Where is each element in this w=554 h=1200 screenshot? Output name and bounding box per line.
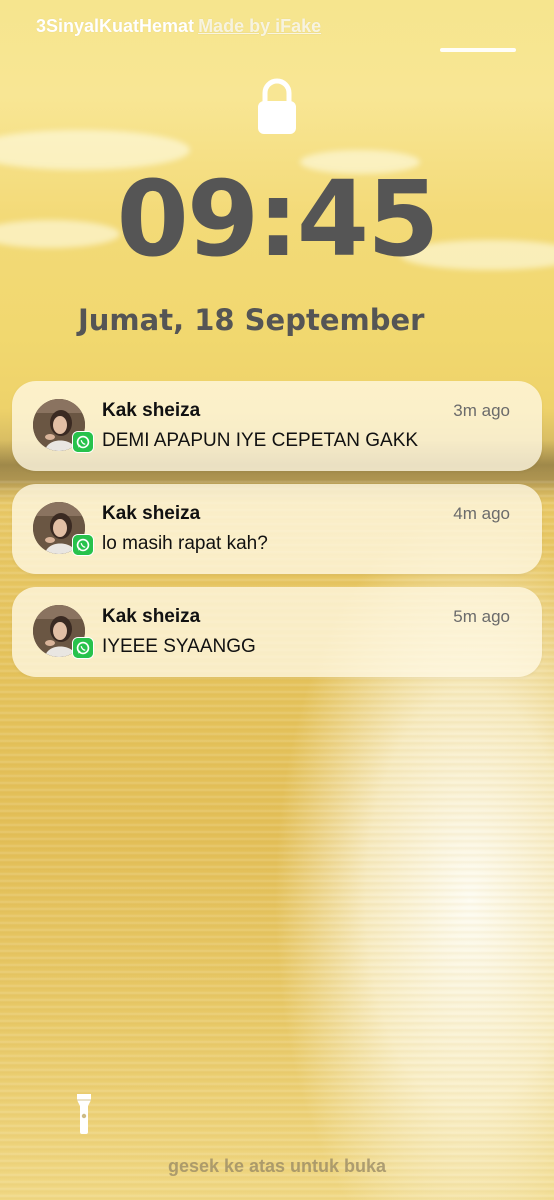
notification-message: DEMI APAPUN IYE CEPETAN GAKK — [102, 430, 419, 451]
carrier-name: 3SinyalKuatHemat — [36, 16, 195, 36]
notification-sender: Kak sheiza — [102, 503, 201, 524]
notification-sender: Kak sheiza — [102, 606, 201, 627]
whatsapp-icon — [72, 637, 94, 659]
lock-screen: 3SinyalKuatHemat Made by iFake 09:45 Juma… — [0, 0, 554, 1200]
lock-icon — [258, 78, 296, 134]
notification-card[interactable]: Kak sheiza 4m ago lo masih rapat kah? — [12, 484, 542, 574]
notification-card[interactable]: Kak sheiza 5m ago IYEEE SYAANGG — [12, 587, 542, 677]
watermark-link[interactable]: Made by iFake — [198, 16, 321, 36]
notification-message: IYEEE SYAANGG — [102, 636, 256, 657]
status-bar: 3SinyalKuatHemat Made by iFake — [36, 16, 321, 37]
whatsapp-icon — [72, 534, 94, 556]
notification-time: 3m ago — [453, 401, 510, 420]
notification-sender: Kak sheiza — [102, 400, 201, 421]
notification-time: 4m ago — [453, 504, 510, 523]
lockscreen-clock: 09:45 — [116, 158, 439, 280]
lockscreen-date: Jumat, 18 September — [78, 303, 425, 337]
notification-time: 5m ago — [453, 607, 510, 626]
notification-message: lo masih rapat kah? — [102, 533, 268, 554]
flashlight-icon[interactable] — [74, 1092, 94, 1136]
notification-card[interactable]: Kak sheiza 3m ago DEMI APAPUN IYE CEPETA… — [12, 381, 542, 471]
control-center-grabber[interactable] — [440, 48, 516, 52]
whatsapp-icon — [72, 431, 94, 453]
unlock-hint: gesek ke atas untuk buka — [167, 1156, 387, 1176]
